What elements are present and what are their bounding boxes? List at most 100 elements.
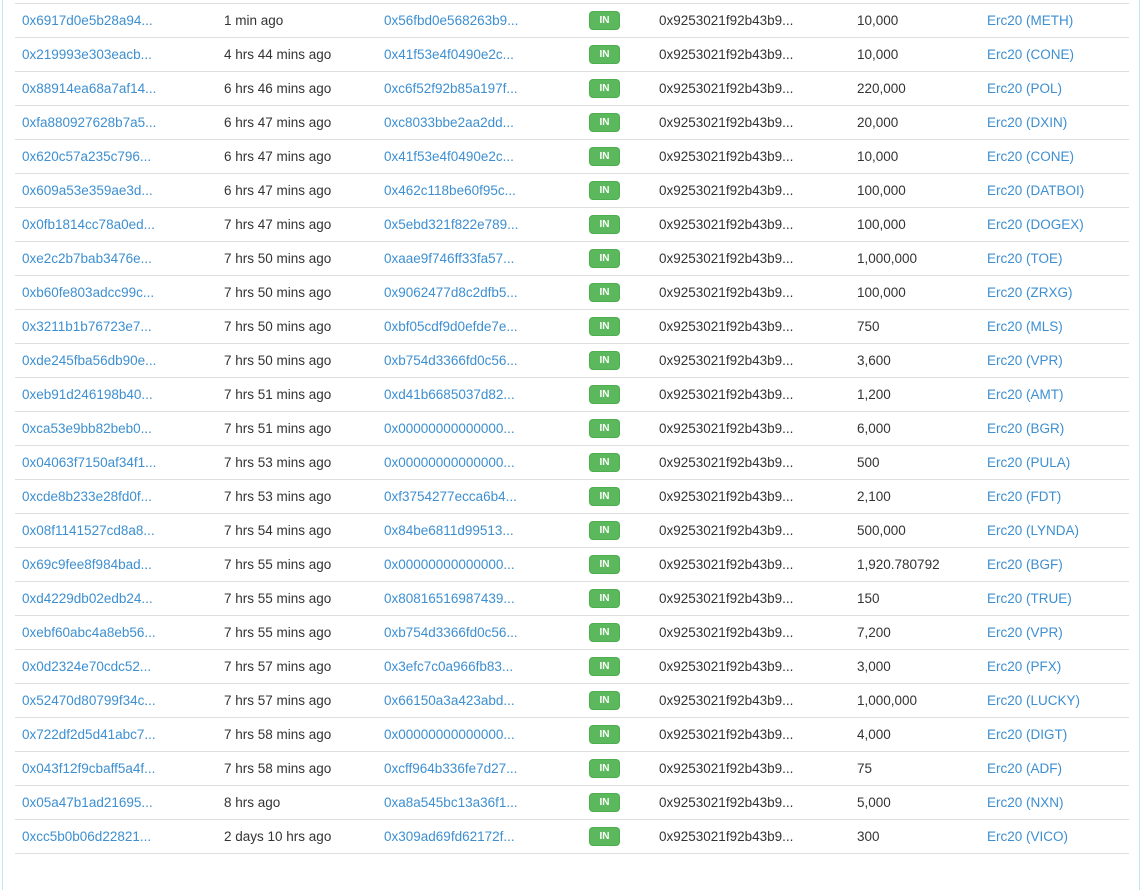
- token-link[interactable]: Erc20 (METH): [987, 13, 1073, 28]
- tx-hash-link[interactable]: 0x609a53e359ae3d...: [22, 183, 153, 198]
- direction-in-badge: IN: [589, 657, 620, 676]
- from-address-link[interactable]: 0x66150a3a423abd...: [384, 693, 515, 708]
- token-link[interactable]: Erc20 (LUCKY): [987, 693, 1080, 708]
- tx-hash-link[interactable]: 0x88914ea68a7af14...: [22, 81, 156, 96]
- from-address-link[interactable]: 0x5ebd321f822e789...: [384, 217, 518, 232]
- from-address-link[interactable]: 0xd41b6685037d82...: [384, 387, 515, 402]
- tx-hash-link[interactable]: 0xde245fba56db90e...: [22, 353, 156, 368]
- from-address-link[interactable]: 0x84be6811d99513...: [384, 523, 514, 538]
- tx-hash-link[interactable]: 0x219993e303eacb...: [22, 47, 152, 62]
- value-text: 750: [850, 309, 980, 344]
- tx-hash-link[interactable]: 0x08f1141527cd8a8...: [22, 523, 155, 538]
- token-cell: Erc20 (MLS): [980, 309, 1129, 344]
- tx-hash-link[interactable]: 0x0d2324e70cdc52...: [22, 659, 151, 674]
- value-text: 10,000: [850, 37, 980, 72]
- from-address-link[interactable]: 0x41f53e4f0490e2c...: [384, 47, 514, 62]
- token-link[interactable]: Erc20 (VPR): [987, 353, 1063, 368]
- tx-hash-link[interactable]: 0x722df2d5d41abc7...: [22, 727, 156, 742]
- tx-hash-link[interactable]: 0xb60fe803adcc99c...: [22, 285, 154, 300]
- token-cell: Erc20 (VICO): [980, 819, 1129, 854]
- token-link[interactable]: Erc20 (BGR): [987, 421, 1064, 436]
- direction-cell: IN: [576, 445, 652, 480]
- tx-hash-cell: 0x88914ea68a7af14...: [15, 71, 217, 106]
- tx-hash-link[interactable]: 0xfa880927628b7a5...: [22, 115, 156, 130]
- direction-cell: IN: [576, 819, 652, 854]
- token-link[interactable]: Erc20 (VICO): [987, 829, 1068, 844]
- tx-hash-link[interactable]: 0x52470d80799f34c...: [22, 693, 156, 708]
- tx-hash-cell: 0xfa880927628b7a5...: [15, 105, 217, 140]
- tx-hash-link[interactable]: 0x6917d0e5b28a94...: [22, 13, 153, 28]
- token-link[interactable]: Erc20 (PFX): [987, 659, 1061, 674]
- token-link[interactable]: Erc20 (AMT): [987, 387, 1064, 402]
- from-address-link[interactable]: 0x462c118be60f95c...: [384, 183, 516, 198]
- token-link[interactable]: Erc20 (NXN): [987, 795, 1064, 810]
- from-address-link[interactable]: 0x80816516987439...: [384, 591, 515, 606]
- direction-cell: IN: [576, 581, 652, 616]
- from-address-link[interactable]: 0x56fbd0e568263b9...: [384, 13, 518, 28]
- from-address-link[interactable]: 0xf3754277ecca6b4...: [384, 489, 517, 504]
- from-address-link[interactable]: 0x00000000000000...: [384, 557, 515, 572]
- value-text: 2,100: [850, 479, 980, 514]
- token-link[interactable]: Erc20 (DXIN): [987, 115, 1067, 130]
- to-address-text: 0x9253021f92b43b9...: [652, 275, 850, 310]
- token-cell: Erc20 (VPR): [980, 343, 1129, 378]
- from-address-link[interactable]: 0xb754d3366fd0c56...: [384, 353, 518, 368]
- token-link[interactable]: Erc20 (TOE): [987, 251, 1063, 266]
- tx-hash-link[interactable]: 0xd4229db02edb24...: [22, 591, 153, 606]
- token-link[interactable]: Erc20 (CONE): [987, 149, 1074, 164]
- from-address-link[interactable]: 0xbf05cdf9d0efde7e...: [384, 319, 518, 334]
- token-link[interactable]: Erc20 (PULA): [987, 455, 1070, 470]
- tx-hash-link[interactable]: 0x04063f7150af34f1...: [22, 455, 156, 470]
- token-link[interactable]: Erc20 (LYNDA): [987, 523, 1079, 538]
- tx-hash-link[interactable]: 0x05a47b1ad21695...: [22, 795, 153, 810]
- from-address-link[interactable]: 0x9062477d8c2dfb5...: [384, 285, 518, 300]
- tx-hash-link[interactable]: 0x043f12f9cbaff5a4f...: [22, 761, 155, 776]
- from-address-link[interactable]: 0x41f53e4f0490e2c...: [384, 149, 514, 164]
- tx-hash-link[interactable]: 0xca53e9bb82beb0...: [22, 421, 152, 436]
- from-address-link[interactable]: 0x00000000000000...: [384, 455, 515, 470]
- from-address-link[interactable]: 0xcff964b336fe7d27...: [384, 761, 517, 776]
- from-address-link[interactable]: 0x00000000000000...: [384, 421, 515, 436]
- from-address-link[interactable]: 0xb754d3366fd0c56...: [384, 625, 518, 640]
- tx-hash-link[interactable]: 0x69c9fee8f984bad...: [22, 557, 152, 572]
- tx-hash-link[interactable]: 0xeb91d246198b40...: [22, 387, 153, 402]
- from-address-cell: 0xc6f52f92b85a197f...: [377, 71, 576, 106]
- tx-hash-link[interactable]: 0x0fb1814cc78a0ed...: [22, 217, 155, 232]
- tx-hash-link[interactable]: 0x3211b1b76723e7...: [22, 319, 152, 334]
- tx-hash-link[interactable]: 0xe2c2b7bab3476e...: [22, 251, 152, 266]
- token-cell: Erc20 (CONE): [980, 139, 1129, 174]
- token-link[interactable]: Erc20 (DATBOI): [987, 183, 1084, 198]
- from-address-link[interactable]: 0xc6f52f92b85a197f...: [384, 81, 518, 96]
- tx-hash-link[interactable]: 0x620c57a235c796...: [22, 149, 151, 164]
- token-link[interactable]: Erc20 (TRUE): [987, 591, 1072, 606]
- to-address-text: 0x9253021f92b43b9...: [652, 479, 850, 514]
- tx-hash-link[interactable]: 0xcc5b0b06d22821...: [22, 829, 151, 844]
- direction-in-badge: IN: [589, 793, 620, 812]
- token-link[interactable]: Erc20 (BGF): [987, 557, 1063, 572]
- token-link[interactable]: Erc20 (ADF): [987, 761, 1062, 776]
- from-address-link[interactable]: 0xc8033bbe2aa2dd...: [384, 115, 514, 130]
- value-text: 1,920.780792: [850, 547, 980, 582]
- table-row: 0x219993e303eacb... 4 hrs 44 mins ago 0x…: [15, 37, 1129, 72]
- from-address-link[interactable]: 0x00000000000000...: [384, 727, 515, 742]
- token-link[interactable]: Erc20 (DIGT): [987, 727, 1067, 742]
- token-link[interactable]: Erc20 (CONE): [987, 47, 1074, 62]
- token-link[interactable]: Erc20 (POL): [987, 81, 1062, 96]
- token-link[interactable]: Erc20 (MLS): [987, 319, 1063, 334]
- from-address-link[interactable]: 0xaae9f746ff33fa57...: [384, 251, 514, 266]
- token-link[interactable]: Erc20 (VPR): [987, 625, 1063, 640]
- from-address-link[interactable]: 0x309ad69fd62172f...: [384, 829, 515, 844]
- value-text: 150: [850, 581, 980, 616]
- tx-hash-cell: 0x620c57a235c796...: [15, 139, 217, 174]
- to-address-text: 0x9253021f92b43b9...: [652, 785, 850, 820]
- token-link[interactable]: Erc20 (FDT): [987, 489, 1061, 504]
- token-link[interactable]: Erc20 (DOGEX): [987, 217, 1084, 232]
- token-link[interactable]: Erc20 (ZRXG): [987, 285, 1073, 300]
- direction-in-badge: IN: [589, 45, 620, 64]
- from-address-cell: 0xf3754277ecca6b4...: [377, 479, 576, 514]
- table-row: 0xe2c2b7bab3476e... 7 hrs 50 mins ago 0x…: [15, 241, 1129, 276]
- tx-hash-link[interactable]: 0xcde8b233e28fd0f...: [22, 489, 152, 504]
- from-address-link[interactable]: 0xa8a545bc13a36f1...: [384, 795, 518, 810]
- tx-hash-link[interactable]: 0xebf60abc4a8eb56...: [22, 625, 156, 640]
- from-address-link[interactable]: 0x3efc7c0a966fb83...: [384, 659, 513, 674]
